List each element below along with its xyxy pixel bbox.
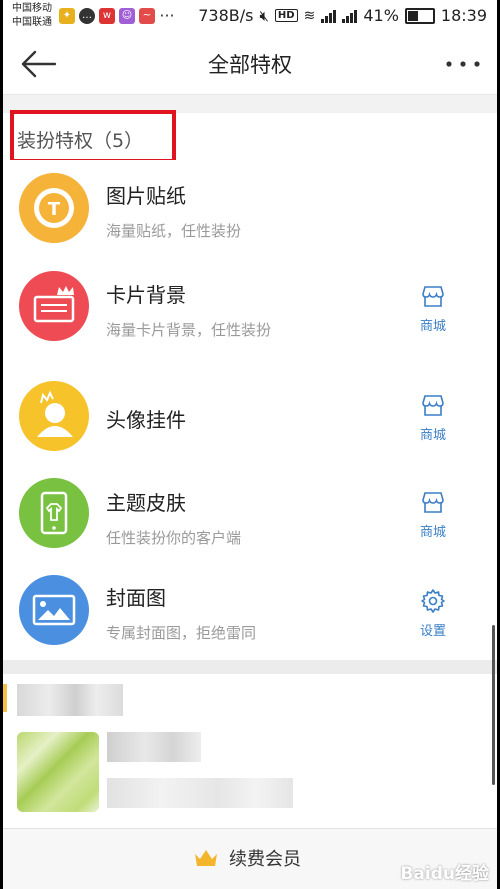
privilege-item-cover-image[interactable]: 封面图 专属封面图，拒绝雷同 设置 xyxy=(3,562,497,660)
item-name: 卡片背景 xyxy=(106,283,186,307)
carrier-2: 中国联通 xyxy=(12,17,52,28)
shop-button[interactable]: 商城 xyxy=(411,394,455,443)
battery-icon xyxy=(404,7,435,24)
scrollbar[interactable] xyxy=(492,625,495,785)
crown-icon xyxy=(195,850,217,866)
settings-button[interactable]: 设置 xyxy=(411,588,455,639)
highlight-box xyxy=(10,110,176,163)
sticker-icon: T xyxy=(19,173,89,243)
status-bar: 中国移动 中国联通 ✦ … w ☺ ~ ··· 738B/s 🔇︎ HD ≋ 4… xyxy=(3,0,497,34)
page-title: 全部特权 xyxy=(208,53,292,77)
notification-icons: ✦ … w ☺ ~ ··· xyxy=(59,8,175,24)
shop-button[interactable]: 商城 xyxy=(411,285,455,334)
clock: 18:39 xyxy=(440,6,487,25)
item-name: 头像挂件 xyxy=(106,408,186,432)
cover-image-icon xyxy=(19,575,89,645)
renew-label: 续费会员 xyxy=(229,849,301,870)
item-desc: 任性装扮你的客户端 xyxy=(106,529,242,547)
shop-icon xyxy=(422,395,444,416)
app-notification-icon: ✦ xyxy=(59,8,75,24)
shop-label: 商城 xyxy=(419,319,446,334)
renew-membership-button[interactable]: 续费会员 xyxy=(193,845,301,871)
more-notifications-icon: ··· xyxy=(159,6,175,25)
spacer xyxy=(3,660,497,674)
blurred-avatar xyxy=(17,732,99,812)
item-name: 图片贴纸 xyxy=(106,184,186,208)
signal-icon-2 xyxy=(342,9,358,23)
accent-bar xyxy=(3,684,7,712)
pixelated-content xyxy=(3,674,497,828)
blurred-title xyxy=(107,732,201,762)
privilege-item-card-background[interactable]: 卡片背景 海量卡片背景，任性装扮 商城 xyxy=(3,257,497,369)
shop-label: 商城 xyxy=(419,525,446,540)
status-right: 738B/s 🔇︎ HD ≋ 41% 18:39 xyxy=(198,6,487,25)
theme-skin-icon xyxy=(19,478,89,548)
app-icon: ☺ xyxy=(119,8,135,24)
shop-icon xyxy=(422,492,444,513)
mute-icon: 🔇︎ xyxy=(259,6,269,25)
blurred-text xyxy=(107,778,293,808)
item-desc: 海量贴纸，任性装扮 xyxy=(106,222,242,240)
wifi-icon: ≋ xyxy=(303,7,316,24)
baidu-watermark: Baidu经验 xyxy=(400,864,489,884)
privilege-item-avatar-pendant[interactable]: 头像挂件 商城 xyxy=(3,368,497,466)
bottom-bar: 续费会员 Baidu经验 xyxy=(3,828,497,889)
more-dots-icon xyxy=(446,61,480,67)
signal-icon-1 xyxy=(321,9,337,23)
battery-level: 41% xyxy=(363,6,399,25)
more-button[interactable] xyxy=(443,50,483,78)
news-icon: ~ xyxy=(139,8,155,24)
carrier-1: 中国移动 xyxy=(12,3,52,14)
avatar-pendant-icon xyxy=(19,381,89,451)
gear-icon xyxy=(421,589,445,613)
item-desc: 海量卡片背景，任性装扮 xyxy=(106,321,272,339)
shop-label: 商城 xyxy=(419,428,446,443)
network-speed: 738B/s xyxy=(198,6,254,25)
item-name: 主题皮肤 xyxy=(106,491,186,515)
shop-button[interactable]: 商城 xyxy=(411,491,455,540)
phone-screen: 中国移动 中国联通 ✦ … w ☺ ~ ··· 738B/s 🔇︎ HD ≋ 4… xyxy=(3,0,497,889)
hd-icon: HD xyxy=(274,9,298,22)
privilege-item-sticker[interactable]: T 图片贴纸 海量贴纸，任性装扮 xyxy=(3,160,497,258)
svg-text:T: T xyxy=(48,199,61,220)
blurred-heading xyxy=(17,684,123,716)
app-header: 全部特权 xyxy=(3,34,497,95)
carrier-info: 中国移动 中国联通 xyxy=(12,2,52,30)
weibo-icon: w xyxy=(99,8,115,24)
card-background-icon xyxy=(19,271,89,341)
shop-icon xyxy=(422,286,444,307)
item-name: 封面图 xyxy=(106,586,166,610)
chat-icon: … xyxy=(79,8,95,24)
settings-label: 设置 xyxy=(419,624,446,639)
item-desc: 专属封面图，拒绝雷同 xyxy=(106,624,257,642)
privilege-item-theme-skin[interactable]: 主题皮肤 任性装扮你的客户端 商城 xyxy=(3,465,497,563)
